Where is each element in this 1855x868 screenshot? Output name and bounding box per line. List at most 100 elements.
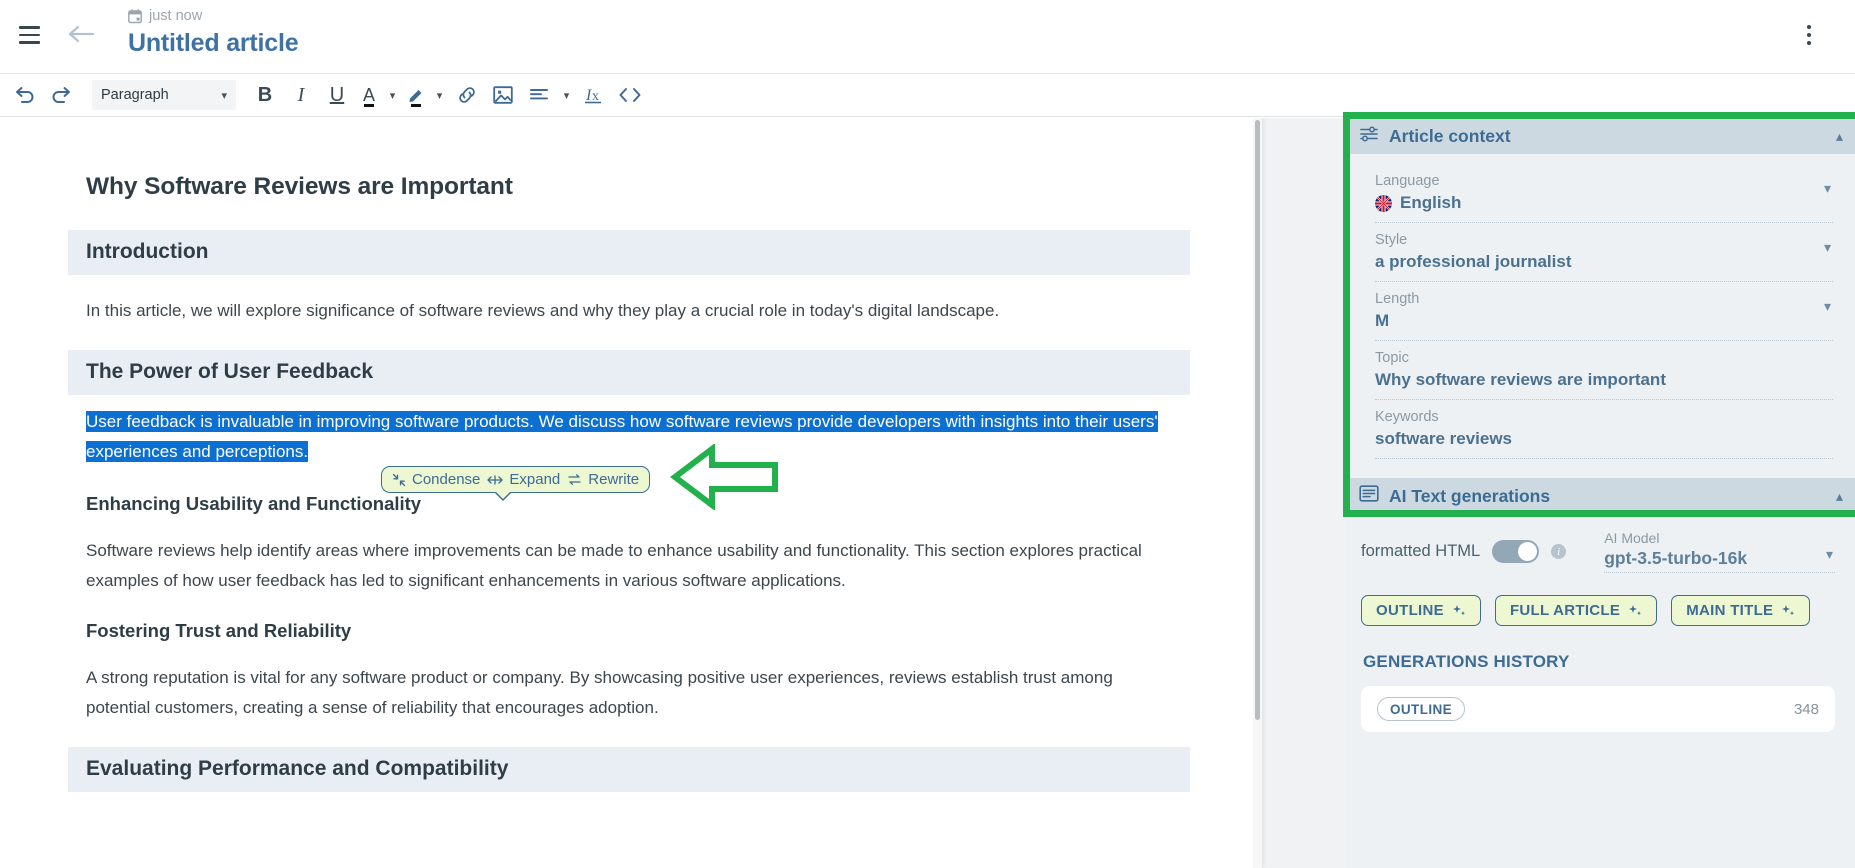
selected-paragraph[interactable]: User feedback is invaluable in improving… <box>86 407 1172 467</box>
length-label: Length <box>1375 291 1420 307</box>
style-field-row[interactable]: Style a professional journalist ▾ <box>1375 223 1833 282</box>
link-icon[interactable] <box>450 79 484 111</box>
heading-text: The Power of User Feedback <box>86 360 374 383</box>
sliders-icon <box>1359 125 1379 148</box>
source-code-icon[interactable] <box>613 79 647 111</box>
document-meta: just now Untitled article <box>128 6 299 58</box>
kebab-dot <box>1807 25 1811 29</box>
expand-button[interactable]: Expand <box>487 471 560 488</box>
full-article-button-label: FULL ARTICLE <box>1509 602 1621 619</box>
font-color-swatch <box>364 104 374 107</box>
section-heading-evaluating-performance: Evaluating Performance and Compatibility <box>68 747 1190 792</box>
outline-generate-button[interactable]: OUTLINE <box>1361 595 1481 626</box>
right-sidebar: Article context ▴ Language English ▾ Sty… <box>1345 118 1855 868</box>
info-icon[interactable]: i <box>1551 544 1567 559</box>
heading-text: Evaluating Performance and Compatibility <box>86 757 509 780</box>
language-field-row[interactable]: Language English ▾ <box>1375 164 1833 223</box>
ai-model-chevron-down-icon[interactable]: ▾ <box>1826 546 1833 563</box>
condense-icon <box>392 473 406 486</box>
keywords-label: Keywords <box>1375 409 1439 425</box>
heading-fostering-trust: Fostering Trust and Reliability <box>86 620 352 641</box>
italic-button[interactable]: I <box>284 79 318 111</box>
uk-flag-icon <box>1375 194 1392 212</box>
heading-text: Introduction <box>86 240 209 263</box>
heading-enhancing-usability: Enhancing Usability and Functionality <box>86 493 422 514</box>
text-selection-highlight: User feedback is invaluable in improving… <box>86 411 1158 462</box>
expand-icon <box>487 474 504 485</box>
outline-button-label: OUTLINE <box>1376 602 1444 619</box>
keywords-value: software reviews <box>1375 429 1513 448</box>
full-article-generate-button[interactable]: FULL ARTICLE <box>1494 595 1658 626</box>
font-color-letter: A <box>362 84 375 105</box>
rewrite-label: Rewrite <box>588 471 640 488</box>
main-title-generate-button[interactable]: MAIN TITLE <box>1671 595 1811 626</box>
article-context-title: Article context <box>1389 125 1511 146</box>
ai-text-generations-header[interactable]: AI Text generations ▴ <box>1345 478 1855 514</box>
language-chevron-down-icon[interactable]: ▾ <box>1824 180 1831 197</box>
sparkle-icon <box>1782 604 1795 615</box>
image-icon[interactable] <box>486 79 520 111</box>
topic-value: Why software reviews are important <box>1375 370 1666 389</box>
back-arrow-icon[interactable] <box>62 15 100 53</box>
sparkle-icon <box>1629 604 1642 615</box>
language-value: English <box>1400 193 1462 212</box>
history-type-badge: OUTLINE <box>1377 697 1466 721</box>
generations-history-item[interactable]: OUTLINE 348 <box>1361 686 1835 732</box>
ai-text-generations-body: formatted HTML i AI Model gpt-3.5-turbo-… <box>1345 514 1855 742</box>
style-value: a professional journalist <box>1375 252 1572 271</box>
keywords-field: Keywords software reviews <box>1375 400 1833 459</box>
ai-model-select[interactable]: AI Model gpt-3.5-turbo-16k ▾ <box>1604 530 1835 573</box>
document-page[interactable]: Why Software Reviews are Important Intro… <box>0 118 1263 868</box>
page-title[interactable]: Untitled article <box>128 29 299 58</box>
topic-field-row[interactable]: Topic Why software reviews are important <box>1375 341 1833 400</box>
collapse-chevron-up-icon[interactable]: ▴ <box>1836 128 1843 145</box>
underline-button[interactable]: U <box>320 79 354 111</box>
paragraph-style-select[interactable]: Paragraph ▾ <box>92 80 236 110</box>
editor-scrollbar[interactable] <box>1253 118 1262 868</box>
paragraph-style-value: Paragraph <box>101 87 169 103</box>
generations-history-title: GENERATIONS HISTORY <box>1363 652 1570 671</box>
bold-button[interactable]: B <box>248 79 282 111</box>
kebab-menu-icon[interactable] <box>1791 15 1827 55</box>
editor-scrollbar-thumb[interactable] <box>1255 120 1260 720</box>
style-chevron-down-icon[interactable]: ▾ <box>1824 239 1831 256</box>
rewrite-button[interactable]: Rewrite <box>567 471 639 488</box>
article-context-header[interactable]: Article context ▴ <box>1345 118 1855 154</box>
language-label: Language <box>1375 173 1440 189</box>
topic-label: Topic <box>1375 350 1409 366</box>
hamburger-line <box>18 26 40 29</box>
article-context-body: Language English ▾ Style a professional … <box>1345 154 1855 471</box>
toggle-knob <box>1518 542 1538 561</box>
formatted-html-toggle[interactable] <box>1492 540 1540 563</box>
ai-toolbar-pointer <box>494 492 512 501</box>
history-token-count: 348 <box>1793 700 1819 718</box>
editor-area: Why Software Reviews are Important Intro… <box>0 118 1345 868</box>
length-chevron-down-icon[interactable]: ▾ <box>1824 298 1831 315</box>
highlight-chevron-down-icon[interactable]: ▾ <box>431 79 448 111</box>
undo-icon[interactable] <box>8 79 42 111</box>
ai-model-label: AI Model <box>1604 530 1660 546</box>
section-heading-user-feedback: The Power of User Feedback <box>68 350 1190 395</box>
clear-format-icon[interactable]: I x <box>577 79 611 111</box>
ai-action-toolbar: Condense Expand Rewrite <box>381 466 651 501</box>
highlight-color-swatch <box>411 104 421 107</box>
font-color-button[interactable]: A <box>356 79 382 111</box>
last-saved-timestamp: just now <box>149 8 203 24</box>
font-color-chevron-down-icon[interactable]: ▾ <box>384 79 401 111</box>
formatted-html-row: formatted HTML i AI Model gpt-3.5-turbo-… <box>1361 530 1835 573</box>
ai-model-value: gpt-3.5-turbo-16k <box>1604 548 1748 568</box>
expand-label: Expand <box>509 471 561 488</box>
align-chevron-down-icon[interactable]: ▾ <box>558 79 575 111</box>
hamburger-menu-icon[interactable] <box>12 18 46 52</box>
condense-button[interactable]: Condense <box>392 471 480 488</box>
highlight-button[interactable] <box>403 79 429 111</box>
align-left-icon[interactable] <box>522 79 556 111</box>
hamburger-line <box>18 41 40 44</box>
length-field-row[interactable]: Length M ▾ <box>1375 282 1833 341</box>
redo-icon[interactable] <box>44 79 78 111</box>
collapse-chevron-up-icon[interactable]: ▴ <box>1836 488 1843 505</box>
paragraph-intro: In this article, we will explore signifi… <box>86 301 1000 320</box>
keywords-field-row[interactable]: Keywords software reviews <box>1375 400 1833 459</box>
topic-field: Topic Why software reviews are important <box>1375 341 1833 400</box>
paragraph-fostering-trust: A strong reputation is vital for any sof… <box>86 668 1113 717</box>
